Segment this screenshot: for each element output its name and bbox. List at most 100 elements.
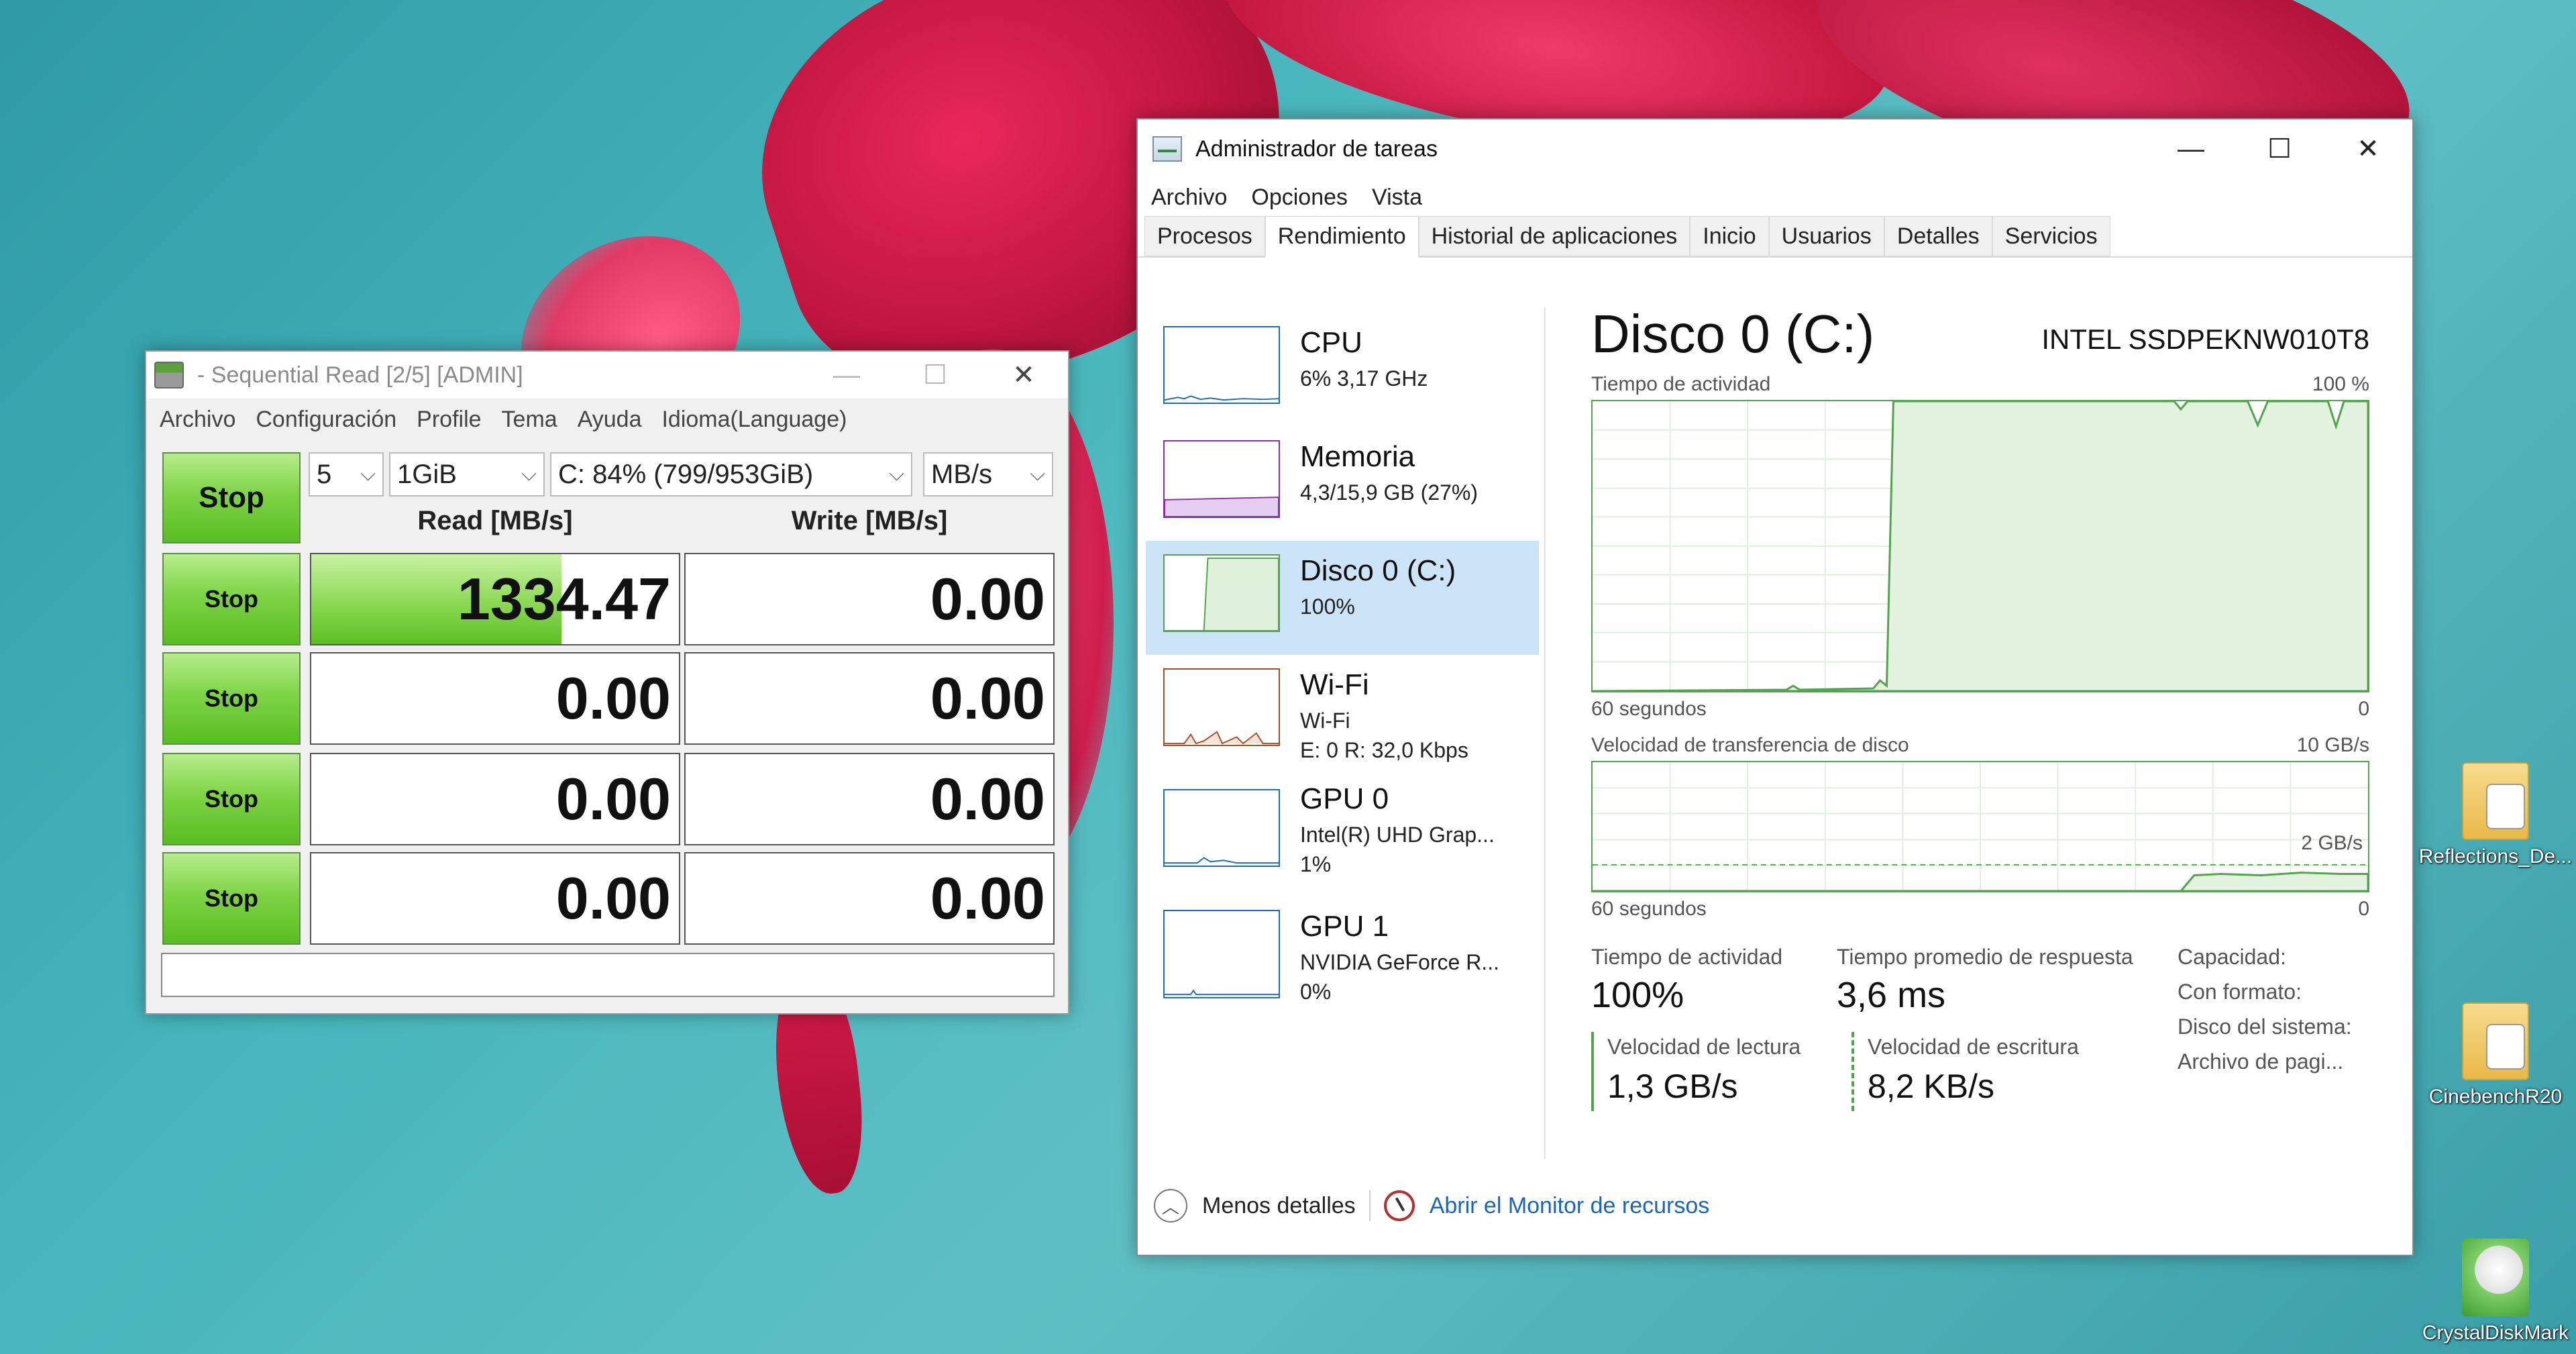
sidebar-item-name: Memoria [1300,440,1415,473]
sidebar-item-disco[interactable]: Disco 0 (C:) 100% [1146,541,1539,655]
read-result: 0.00 [310,753,680,845]
activity-graph-label: Tiempo de actividad [1591,373,1771,395]
close-icon[interactable]: ✕ [2324,119,2412,178]
gpu1-thumbnail-graph [1163,910,1280,998]
title-bar[interactable]: - Sequential Read [2/5] [ADMIN] — ☐ ✕ [146,352,1068,399]
all-stop-button[interactable]: Stop [162,452,301,543]
sidebar-item-detail: Wi-Fi [1300,709,1350,733]
write-value: 0.00 [930,665,1045,731]
transfer-graph: 2 GB/s [1591,761,2369,892]
crystaldiskmark-shortcut-icon [2462,1239,2529,1316]
row-stop-button[interactable]: Stop [162,753,301,845]
wifi-thumbnail-graph [1163,668,1280,746]
desktop-icon-label: CinebenchR20 [2428,1086,2563,1108]
gpu0-thumbnail-graph [1163,789,1280,867]
write-column-header: Write [MB/s] [791,506,948,535]
sidebar-item-gpu0[interactable]: GPU 0 Intel(R) UHD Grap... 1% [1146,769,1539,896]
open-resource-monitor-link[interactable]: Abrir el Monitor de recursos [1430,1193,1710,1219]
tab-rendimiento[interactable]: Rendimiento [1265,216,1419,258]
read-speed-value: 1,3 GB/s [1607,1067,1738,1105]
task-manager-app-icon [1152,136,1182,162]
menu-archivo[interactable]: Archivo [1151,185,1227,211]
tab-historial[interactable]: Historial de aplicaciones [1418,216,1690,256]
sidebar-item-name: GPU 0 [1300,782,1389,815]
write-value: 0.00 [930,865,1045,931]
tab-usuarios[interactable]: Usuarios [1768,216,1884,256]
menu-ayuda[interactable]: Ayuda [578,407,642,433]
sidebar-item-detail: 4,3/15,9 GB (27%) [1300,480,1479,505]
maximize-icon[interactable]: ☐ [2235,119,2324,178]
count-value: 5 [317,459,332,489]
disk-model: INTEL SSDPEKNW010T8 [2041,323,2369,355]
fewer-details-button[interactable]: Menos detalles [1202,1193,1356,1219]
desktop-icon-crystaldiskmark[interactable]: CrystalDiskMark [2415,1239,2576,1345]
sidebar-item-detail: NVIDIA GeForce R... [1300,950,1499,974]
menu-archivo[interactable]: Archivo [160,407,235,433]
menu-opciones[interactable]: Opciones [1251,185,1348,211]
sidebar-item-name: Disco 0 (C:) [1300,554,1456,587]
unit-value: MB/s [931,459,993,489]
desktop-icon-reflections[interactable]: Reflections_De... [2415,762,2576,868]
desktop-icon-label: CrystalDiskMark [2422,1322,2569,1344]
row-stop-button[interactable]: Stop [162,553,301,645]
chevron-up-icon[interactable]: ︿ [1154,1189,1187,1222]
desktop-icon-label: Reflections_De... [2418,845,2573,868]
row-stop-button[interactable]: Stop [162,652,301,745]
transfer-graph-min: 0 [2358,898,2369,920]
menu-tema[interactable]: Tema [502,407,557,433]
minimize-icon[interactable]: — [2147,119,2235,178]
sidebar-item-wifi[interactable]: Wi-Fi Wi-Fi E: 0 R: 32,0 Kbps [1146,655,1539,769]
response-time-label: Tiempo promedio de respuesta [1837,945,2133,969]
disk-thumbnail-graph [1163,554,1280,632]
title-bar[interactable]: Administrador de tareas — ☐ ✕ [1138,119,2412,178]
window-title: Administrador de tareas [1195,136,1438,162]
sidebar-item-cpu[interactable]: CPU 6% 3,17 GHz [1146,313,1539,427]
activity-graph-max: 100 % [2312,373,2369,395]
desktop-icon-cinebench[interactable]: CinebenchR20 [2415,1002,2576,1108]
row-stop-button[interactable]: Stop [162,852,301,945]
active-time-label: Tiempo de actividad [1591,945,1783,969]
drive-select[interactable]: C: 84% (799/953GiB) ⌵ [550,452,912,497]
memory-thumbnail-graph [1163,440,1280,518]
menu-configuracion[interactable]: Configuración [256,407,396,433]
sidebar-item-name: GPU 1 [1300,910,1389,943]
folder-icon [2462,762,2529,840]
read-result: 0.00 [310,652,680,745]
menu-bar: Archivo Opciones Vista [1138,178,2412,216]
read-value: 0.00 [555,665,671,731]
count-select[interactable]: 5 ⌵ [309,452,384,497]
maximize-icon[interactable]: ☐ [891,352,979,399]
unit-select[interactable]: MB/s ⌵ [923,452,1053,497]
panel-divider [1544,307,1546,1159]
read-value: 0.00 [555,865,671,931]
menu-vista[interactable]: Vista [1372,185,1422,211]
write-speed-value: 8,2 KB/s [1868,1067,1994,1105]
tab-detalles[interactable]: Detalles [1884,216,1992,256]
tab-procesos[interactable]: Procesos [1144,216,1265,256]
size-value: 1GiB [397,459,457,489]
window-title: - Sequential Read [2/5] [ADMIN] [197,362,523,388]
sidebar-item-gpu1[interactable]: GPU 1 NVIDIA GeForce R... 0% [1146,896,1539,1010]
prop-archivo-paginacion: Archivo de pagi... [2178,1049,2344,1074]
footer-separator [1368,1190,1371,1221]
tab-inicio[interactable]: Inicio [1690,216,1769,256]
activity-graph-time: 60 segundos [1591,698,1707,720]
minimize-icon[interactable]: — [802,352,891,399]
resource-monitor-icon[interactable] [1383,1190,1415,1221]
folder-icon [2462,1002,2529,1080]
close-icon[interactable]: ✕ [979,352,1068,399]
write-speed-label: Velocidad de escritura [1868,1035,2079,1059]
tab-servicios[interactable]: Servicios [1992,216,2110,256]
task-manager-window: Administrador de tareas — ☐ ✕ Archivo Op… [1136,118,2414,1256]
activity-graph [1591,400,2369,692]
menu-idioma[interactable]: Idioma(Language) [661,407,847,433]
read-value: 0.00 [555,766,671,832]
sidebar-item-detail: Intel(R) UHD Grap... [1300,823,1495,847]
drive-value: C: 84% (799/953GiB) [558,459,814,489]
menu-profile[interactable]: Profile [417,407,481,433]
size-select[interactable]: 1GiB ⌵ [389,452,545,497]
write-speed-marker [1851,1032,1854,1111]
transfer-graph-mid: 2 GB/s [2301,832,2363,854]
menu-bar: Archivo Configuración Profile Tema Ayuda… [146,399,1068,440]
sidebar-item-memoria[interactable]: Memoria 4,3/15,9 GB (27%) [1146,427,1539,541]
